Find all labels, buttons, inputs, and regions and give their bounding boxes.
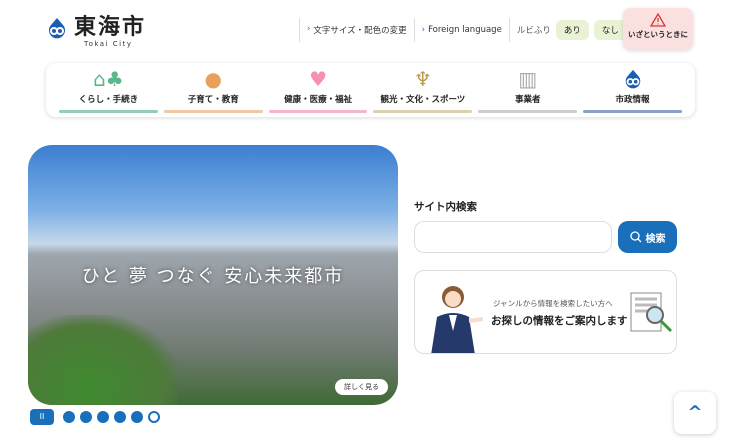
logo-text: 東海市 — [74, 15, 147, 40]
nav-item-childcare[interactable]: ● 子育て・教育 — [163, 63, 263, 117]
trophy-icon: ♆ — [413, 67, 432, 91]
slide-dot[interactable] — [131, 411, 143, 423]
search-input[interactable] — [414, 221, 612, 253]
nav-item-city-admin[interactable]: 市政情報 — [583, 63, 682, 117]
slide-dot-active[interactable] — [148, 411, 160, 423]
more-details-button[interactable]: 詳しく見る — [335, 379, 388, 395]
city-emblem-icon — [49, 18, 65, 39]
guide-banner[interactable]: ジャンルから情報を検索したい方へ お探しの情報をご案内します — [414, 270, 677, 354]
nav-label: くらし・手続き — [78, 95, 139, 105]
house-tree-icon: ⌂♣ — [93, 67, 124, 91]
chevron-right-icon: › — [307, 24, 311, 34]
nav-label: 観光・文化・スポーツ — [380, 95, 466, 105]
warning-icon — [649, 12, 667, 27]
slide-dot[interactable] — [80, 411, 92, 423]
nav-label: 事業者 — [514, 95, 541, 105]
search-button-label: 検索 — [645, 233, 666, 245]
nav-underline — [268, 110, 368, 113]
global-nav: ⌂♣ くらし・手続き ● 子育て・教育 ♥ 健康・医療・福祉 ♆ 観光・文化・スポーツ … — [46, 63, 695, 117]
chevron-right-icon: › — [421, 25, 426, 35]
emergency-button[interactable]: いざというときに — [623, 8, 693, 50]
ruby-off-button[interactable]: なし — [593, 20, 627, 40]
nav-underline — [163, 110, 263, 113]
nav-item-living[interactable]: ⌂♣ くらし・手続き — [59, 63, 158, 117]
nav-label: 健康・医療・福祉 — [284, 95, 353, 105]
nav-label: 市政情報 — [615, 95, 650, 105]
document-magnifier-icon — [630, 292, 673, 333]
divider — [299, 18, 300, 42]
foreign-language-label: Foreign language — [428, 25, 502, 35]
site-search-title: サイト内検索 — [414, 201, 477, 213]
hero-photo-greenery — [28, 315, 178, 405]
divider — [508, 18, 510, 42]
hero-catchphrase: ひと 夢 つなぐ 安心未来都市 — [81, 266, 345, 287]
baby-icon: ● — [204, 67, 222, 91]
text-size-label: 文字サイズ・配色の変更 — [313, 26, 407, 36]
nav-item-health[interactable]: ♥ 健康・医療・福祉 — [268, 63, 368, 117]
nav-underline — [59, 110, 158, 113]
hero-slideshow[interactable]: ひと 夢 つなぐ 安心未来都市 詳しく見る — [28, 145, 398, 405]
back-to-top-button[interactable]: ^ — [674, 392, 716, 434]
emergency-label: いざというときに — [628, 30, 688, 39]
nav-item-business[interactable]: ▥ 事業者 — [478, 63, 578, 117]
divider — [413, 18, 415, 42]
text-size-color-link[interactable]: › 文字サイズ・配色の変更 — [307, 24, 407, 36]
guide-woman-illustration — [431, 286, 483, 353]
slide-dot[interactable] — [63, 411, 75, 423]
slide-dot[interactable] — [114, 411, 126, 423]
guide-subtitle: ジャンルから情報を検索したい方へ — [493, 299, 613, 308]
building-icon: ▥ — [518, 67, 538, 91]
foreign-language-link[interactable]: › Foreign language — [422, 25, 502, 35]
slideshow-controls: II — [30, 409, 160, 425]
slide-dot[interactable] — [97, 411, 109, 423]
nav-underline — [583, 110, 682, 113]
ruby-label: ルビふり — [516, 26, 551, 36]
pause-button[interactable]: II — [30, 409, 54, 425]
city-emblem-icon — [618, 68, 648, 90]
search-button[interactable]: 検索 — [618, 221, 677, 253]
nav-underline — [373, 110, 473, 113]
nav-item-tourism[interactable]: ♆ 観光・文化・スポーツ — [373, 63, 473, 117]
heart-icon: ♥ — [309, 67, 328, 91]
nav-label: 子育て・教育 — [187, 95, 239, 105]
logo-subtitle: Tokai City — [84, 40, 133, 48]
guide-title: お探しの情報をご案内します — [491, 315, 628, 327]
search-icon — [629, 231, 641, 243]
site-logo[interactable]: 東海市 — [46, 17, 146, 39]
ruby-on-button[interactable]: あり — [555, 20, 589, 40]
utility-bar: › 文字サイズ・配色の変更 › Foreign language ルビふり あり な… — [292, 18, 642, 42]
nav-underline — [478, 110, 578, 113]
